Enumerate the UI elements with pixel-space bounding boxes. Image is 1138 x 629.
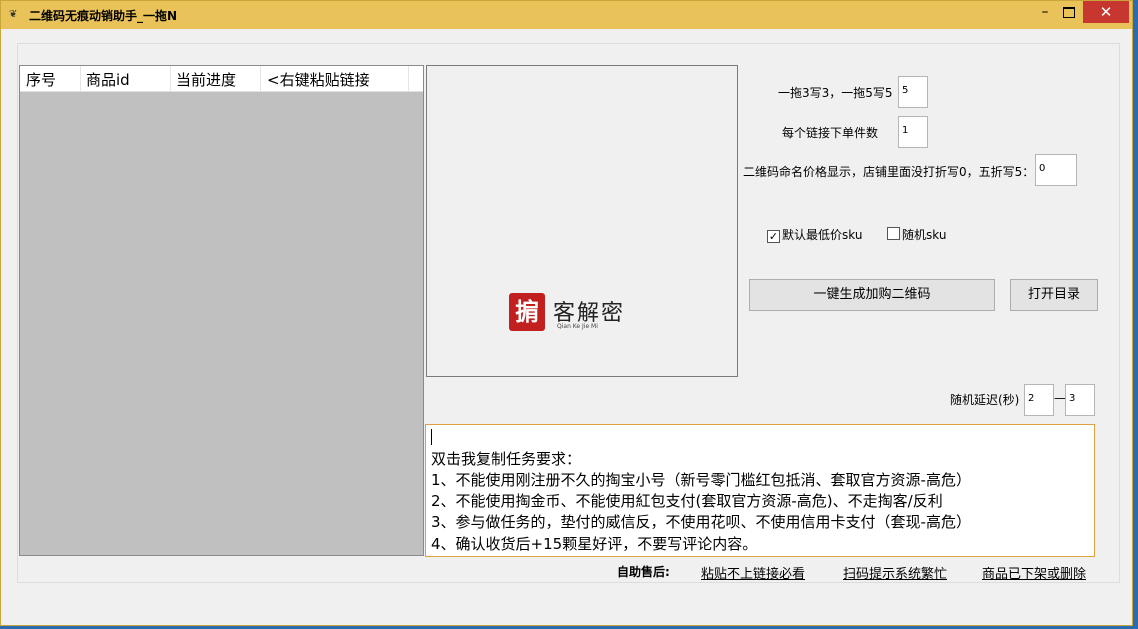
drag-count-label: 一拖3写3，一拖5写5	[778, 86, 893, 100]
task-line: 4、确认收货后+15颗星好评，不要写评论内容。	[431, 535, 758, 553]
text-caret	[431, 429, 432, 445]
task-line: 双击我复制任务要求：	[431, 450, 582, 468]
task-line: 2、不能使用掏金币、不能使用紅包支付(套取官方资源-高危)、不走掏客/反利	[431, 492, 943, 510]
default-lowest-sku-label: 默认最低价sku	[782, 228, 863, 242]
logo-subtitle: Qian Ke Jie Mi	[557, 323, 598, 330]
help-link-system-busy[interactable]: 扫码提示系统繁忙	[843, 563, 947, 582]
close-button[interactable]: ✕	[1083, 1, 1129, 23]
logo-mark: 掮	[509, 293, 545, 331]
generate-qr-button[interactable]: 一键生成加购二维码	[749, 279, 995, 311]
maximize-button[interactable]	[1057, 1, 1081, 23]
window-title: 二维码无痕动销助手_一拖N	[29, 9, 178, 23]
random-delay-label: 随机延迟(秒)	[950, 393, 1020, 407]
column-divider[interactable]	[408, 66, 409, 91]
minimize-button[interactable]: –	[1033, 1, 1057, 23]
brand-logo: 掮 客解密 Qian Ke Jie Mi	[509, 293, 633, 333]
random-sku-checkbox[interactable]: 随机sku	[887, 226, 946, 243]
checkbox-checked-icon: ✓	[767, 230, 780, 243]
column-header-product-id[interactable]: 商品id	[86, 69, 130, 90]
qr-preview: 掮 客解密 Qian Ke Jie Mi	[426, 65, 738, 377]
delay-min-input[interactable]: 2	[1024, 384, 1054, 416]
drag-count-input[interactable]: 5	[898, 76, 928, 108]
self-service-label: 自助售后:	[617, 565, 670, 579]
help-link-paste[interactable]: 粘贴不上链接必看	[701, 563, 805, 582]
column-divider[interactable]	[80, 66, 81, 91]
column-divider[interactable]	[170, 66, 171, 91]
orders-per-link-input[interactable]: 1	[898, 116, 928, 148]
orders-per-link-label: 每个链接下单件数	[782, 126, 879, 140]
task-requirements-textbox[interactable]: 双击我复制任务要求： 1、不能使用刚注册不久的掏宝小号（新号零门槛红包抵消、套取…	[425, 424, 1095, 557]
default-lowest-sku-checkbox[interactable]: ✓ 默认最低价sku	[767, 226, 862, 243]
column-header-paste-link[interactable]: <右键粘贴链接	[267, 69, 370, 90]
title-bar: ❦ 二维码无痕动销助手_一拖N – ✕	[1, 1, 1132, 29]
app-window: ❦ 二维码无痕动销助手_一拖N – ✕ 序号 商品id 当前进度 <右键粘贴链接…	[0, 0, 1133, 626]
delay-max-input[interactable]: 3	[1065, 384, 1095, 416]
random-sku-label: 随机sku	[902, 228, 947, 242]
task-line: 3、参与做任务的，垫付的威信反，不使用花呗、不使用信用卡支付（套现-高危）	[431, 513, 971, 531]
help-link-delisted[interactable]: 商品已下架或删除	[982, 563, 1086, 582]
app-icon: ❦	[9, 9, 18, 20]
list-header: 序号 商品id 当前进度 <右键粘贴链接	[20, 66, 423, 92]
maximize-icon	[1063, 7, 1075, 18]
column-header-index[interactable]: 序号	[26, 69, 56, 90]
price-display-label: 二维码命名价格显示，店铺里面没打折写0，五折写5：	[743, 165, 1035, 179]
column-divider[interactable]	[260, 66, 261, 91]
price-display-input[interactable]: 0	[1035, 154, 1077, 186]
task-line: 1、不能使用刚注册不久的掏宝小号（新号零门槛红包抵消、套取官方资源-高危）	[431, 471, 971, 489]
product-list[interactable]: 序号 商品id 当前进度 <右键粘贴链接	[19, 65, 424, 556]
open-directory-button[interactable]: 打开目录	[1010, 279, 1098, 311]
checkbox-unchecked-icon	[887, 227, 900, 240]
column-header-progress[interactable]: 当前进度	[176, 69, 236, 90]
